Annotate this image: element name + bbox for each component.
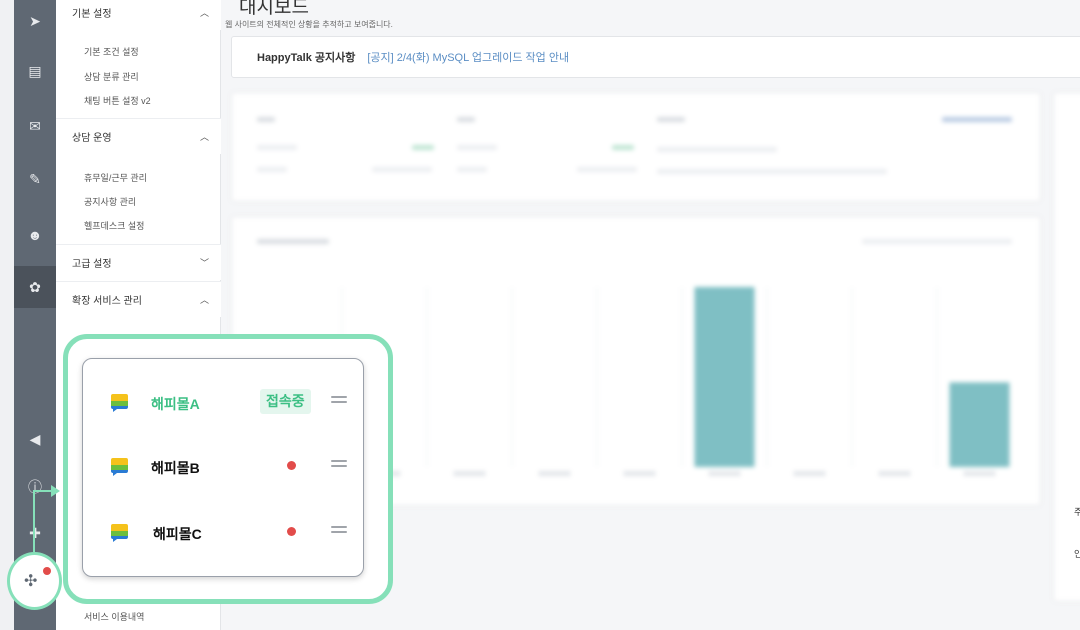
send-icon: ➤ (29, 12, 41, 29)
rail-send[interactable]: ➤ (14, 0, 56, 42)
menu-section-label: 상담 운영 (72, 133, 112, 144)
rail-info[interactable]: ⓘ (14, 466, 56, 508)
rail-mail[interactable]: ✉ (14, 105, 56, 147)
gear-icon: ✿ (29, 278, 41, 295)
side-card (1053, 92, 1080, 602)
chart-tick-label (708, 471, 741, 476)
chat-icon: ✎ (29, 170, 41, 187)
offline-dot (287, 527, 296, 536)
shop-switch-button[interactable]: ✣ (7, 552, 62, 610)
shop-name: 해피몰A (151, 396, 200, 412)
rail-list[interactable]: ▤ (14, 50, 56, 92)
icon-rail: ➤ ▤ ✉ ✎ ☻ ✿ ◀ ⓘ ✚ (14, 0, 56, 630)
stat-row (612, 145, 634, 150)
shop-switch-icon: ✣ (24, 573, 38, 590)
list-icon: ▤ (28, 62, 42, 79)
rail-extension[interactable]: ✚ (14, 512, 56, 554)
menu-section-basic[interactable]: 기본 설정 ︿ (56, 0, 221, 30)
notice-label: HappyTalk 공지사항 (257, 52, 356, 64)
menu-item-service-usage[interactable]: 서비스 이용내역 (84, 610, 144, 623)
megaphone-icon: ◀ (29, 430, 41, 447)
happytalk-logo-icon (111, 394, 128, 412)
menu-section-extension[interactable]: 확장 서비스 관리 ︿ (56, 281, 221, 317)
stat-label (457, 117, 475, 122)
chart-tick-label (793, 471, 826, 476)
page-title: 대시보드 (239, 0, 309, 18)
chart-tick-label (453, 471, 486, 476)
stat-link (942, 117, 1012, 122)
alert-dot (43, 567, 51, 575)
stat-row (657, 147, 777, 152)
chart-tick-label (623, 471, 656, 476)
shop-row-b[interactable]: 해피몰B (83, 446, 365, 486)
rail-bot[interactable]: ☻ (14, 214, 56, 256)
stat-row (257, 167, 287, 172)
chevron-down-icon: ﹀ (199, 258, 209, 268)
left-edge (0, 0, 14, 630)
menu-section-ops[interactable]: 상담 운영 ︿ (56, 118, 221, 154)
callout-connector (33, 490, 35, 552)
page-subtitle: 웹 사이트의 전체적인 상황을 추적하고 보여줍니다. (225, 20, 393, 29)
menu-item-helpdesk[interactable]: 헬프데스크 설정 (84, 219, 144, 232)
rail-announce[interactable]: ◀ (14, 418, 56, 460)
clipped-text: 주 (1074, 507, 1080, 517)
clipped-text: 인 (1074, 549, 1080, 559)
happytalk-logo-icon (111, 524, 128, 542)
menu-section-label: 확장 서비스 관리 (72, 296, 142, 307)
stat-row (457, 145, 497, 150)
notice-bar: HappyTalk 공지사항 [공지] 2/4(화) MySQL 업그레이드 작… (231, 36, 1080, 78)
shop-name: 해피몰C (153, 526, 202, 542)
shop-row-c[interactable]: 해피몰C (83, 512, 365, 552)
menu-item-categories[interactable]: 상담 분류 관리 (84, 70, 139, 83)
menu-section-label: 기본 설정 (72, 8, 112, 20)
connected-badge: 접속중 (260, 389, 311, 414)
stat-row (577, 167, 637, 172)
menu-section-label: 고급 설정 (72, 259, 112, 270)
drag-handle-icon[interactable] (331, 396, 347, 406)
stats-card (231, 92, 1041, 202)
stat-row (412, 145, 434, 150)
menu-item-holidays[interactable]: 휴무일/근무 관리 (84, 171, 147, 184)
menu-section-advanced[interactable]: 고급 설정 ﹀ (56, 244, 221, 280)
chevron-up-icon: ︿ (199, 132, 209, 142)
chevron-up-icon: ︿ (199, 7, 209, 18)
offline-dot (287, 461, 296, 470)
happytalk-logo-icon (111, 458, 128, 476)
chevron-up-icon: ︿ (199, 295, 209, 305)
chart-tick-label (538, 471, 571, 476)
bot-icon: ☻ (27, 227, 43, 243)
stat-label (657, 117, 685, 122)
stat-row (657, 169, 887, 174)
stat-label (257, 117, 275, 122)
menu-item-chat-button[interactable]: 채팅 버튼 설정 v2 (84, 94, 151, 107)
menu-item-notices[interactable]: 공지사항 관리 (84, 195, 136, 208)
menu-item-basic-conditions[interactable]: 기본 조건 설정 (84, 45, 139, 58)
mail-icon: ✉ (29, 117, 41, 134)
chart-tick-label (963, 471, 996, 476)
info-icon: ⓘ (28, 479, 42, 495)
chart-tick-label (878, 471, 911, 476)
rail-chat[interactable]: ✎ (14, 158, 56, 200)
shop-switcher-popup: 해피몰A 접속중 해피몰B 해피몰C (82, 358, 364, 577)
drag-handle-icon[interactable] (331, 526, 347, 536)
drag-handle-icon[interactable] (331, 460, 347, 470)
shop-name: 해피몰B (151, 460, 200, 476)
stat-row (372, 167, 432, 172)
notice-link[interactable]: [공지] 2/4(화) MySQL 업그레이드 작업 안내 (367, 49, 569, 65)
stat-row (257, 145, 297, 150)
chart-bar (694, 287, 755, 467)
shop-row-a[interactable]: 해피몰A 접속중 (83, 382, 365, 422)
stat-row (457, 167, 487, 172)
arrow-right-icon (51, 485, 60, 497)
rail-settings[interactable]: ✿ (14, 266, 56, 308)
chart-bar (949, 382, 1010, 467)
